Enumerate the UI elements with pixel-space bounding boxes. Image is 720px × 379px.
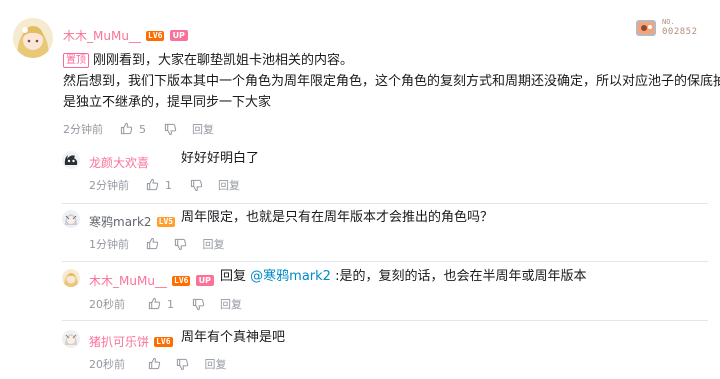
thumbs-up-icon [148, 297, 160, 309]
pinned-badge: 置顶 [63, 53, 89, 68]
level-badge: LV6 [146, 30, 165, 41]
fan-badge: NO. 002852 [634, 16, 708, 40]
level-badge: LV5 [156, 216, 176, 227]
username[interactable]: 龙颜大欢喜 [89, 156, 149, 170]
dislike-button[interactable] [192, 298, 205, 311]
comment-line-3: 是独立不继承的，提早同步一下大家 [63, 95, 272, 110]
reply-body: :是的，复刻的话，也会在半周年或周年版本 [335, 269, 587, 284]
avatar[interactable] [13, 18, 53, 58]
avatar[interactable] [62, 210, 80, 228]
like-button[interactable] [146, 237, 159, 251]
like-count: 1 [165, 179, 172, 193]
level-badge: LV6 [172, 275, 191, 286]
thumbs-up-icon [146, 237, 158, 250]
comment-header: 木木_MuMu__ LV6 UP [63, 25, 188, 43]
thumbs-up-icon [148, 357, 160, 370]
avatar[interactable] [62, 269, 80, 287]
reply-button[interactable]: 回复 [203, 236, 225, 252]
up-badge: UP [169, 30, 188, 41]
reply-actions: 1分钟前 回复 [89, 236, 225, 252]
like-button[interactable] [148, 357, 161, 371]
fan-badge-number: 002852 [662, 27, 698, 37]
reply-button[interactable]: 回复 [205, 356, 227, 372]
like-button[interactable]: 1 [146, 178, 172, 193]
comment-content: 置顶 刚刚看到，大家在聊垫凯姐卡池相关的内容。 然后想到，我们下版本其中一个角色为… [63, 50, 720, 113]
comment-line-2: 然后想到，我们下版本其中一个角色为周年限定角色，这个角色的复刻方式和周期还没确定… [63, 74, 720, 89]
avatar[interactable] [62, 151, 80, 169]
like-button[interactable]: 1 [148, 297, 174, 312]
thumbs-down-icon [174, 238, 187, 250]
divider [62, 320, 708, 321]
thumbs-up-icon [146, 178, 158, 190]
reply-text: 回复 @寒鸦mark2 :是的，复刻的话，也会在半周年或周年版本 [220, 266, 586, 287]
reply-actions: 20秒前 1 回复 [89, 296, 242, 312]
thumbs-up-icon [120, 122, 132, 134]
like-button[interactable]: 5 [120, 122, 146, 137]
dislike-button[interactable] [190, 179, 203, 192]
up-badge: UP [195, 275, 214, 286]
reply-text: 周年限定，也就是只有在周年版本才会推出的角色吗？ [181, 210, 494, 225]
divider [62, 261, 708, 262]
reply-time: 20秒前 [89, 358, 125, 371]
reply-header: 猪扒可乐饼 LV6 [89, 331, 173, 350]
divider [62, 203, 708, 204]
username[interactable]: 木木_MuMu__ [63, 29, 141, 43]
level-badge: LV6 [154, 336, 173, 347]
reply-time: 20秒前 [89, 298, 125, 311]
dislike-button[interactable] [174, 238, 187, 251]
reply-actions: 2分钟前 1 回复 [89, 177, 240, 193]
dislike-button[interactable] [164, 123, 177, 136]
fan-badge-label: NO. [662, 18, 675, 26]
comment-time: 2分钟前 [63, 123, 103, 136]
reply-time: 1分钟前 [89, 238, 129, 251]
reply-actions: 20秒前 回复 [89, 356, 227, 372]
thumbs-down-icon [164, 123, 176, 135]
reply-prefix: 回复 [220, 269, 247, 284]
username[interactable]: 木木_MuMu__ [89, 274, 167, 288]
comment-line-1: 置顶 刚刚看到，大家在聊垫凯姐卡池相关的内容。 [63, 50, 720, 71]
thumbs-down-icon [192, 298, 204, 310]
thumbs-down-icon [190, 179, 202, 191]
comment-actions: 2分钟前 5 回复 [63, 121, 214, 137]
reply-text: 好好好明白了 [181, 151, 260, 166]
reply-header: 寒鸦mark2 LV5 [89, 211, 176, 230]
dislike-button[interactable] [176, 358, 189, 371]
avatar[interactable] [62, 330, 80, 348]
reply-header: 木木_MuMu__ LV6 UP [89, 270, 214, 289]
like-count: 1 [167, 298, 174, 312]
reply-time: 2分钟前 [89, 179, 129, 192]
reply-button[interactable]: 回复 [220, 296, 242, 312]
reply-text: 周年有个真神是吧 [181, 330, 286, 345]
mention-link[interactable]: @寒鸦mark2 [250, 269, 331, 284]
username[interactable]: 寒鸦mark2 [89, 215, 152, 229]
like-count: 5 [139, 123, 146, 137]
username[interactable]: 猪扒可乐饼 [89, 335, 149, 349]
fan-badge-icon [636, 20, 656, 36]
reply-button[interactable]: 回复 [192, 121, 214, 137]
reply-button[interactable]: 回复 [218, 177, 240, 193]
thumbs-down-icon [176, 358, 189, 370]
comment-text-1: 刚刚看到，大家在聊垫凯姐卡池相关的内容。 [93, 53, 354, 68]
reply-header: 龙颜大欢喜 [89, 152, 149, 171]
